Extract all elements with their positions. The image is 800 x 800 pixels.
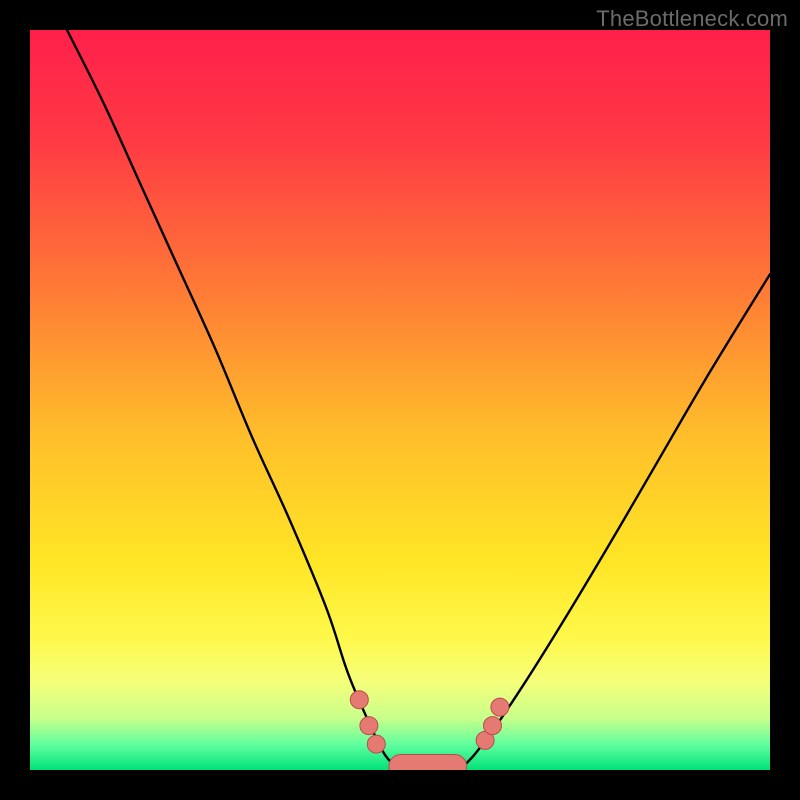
bead-2 (367, 735, 385, 753)
valley-beads (350, 691, 509, 770)
v-curve (67, 30, 770, 770)
bead-0 (350, 691, 368, 709)
curve-layer (30, 30, 770, 770)
valley-bar-bead (389, 755, 467, 771)
plot-area (30, 30, 770, 770)
bead-5 (491, 698, 509, 716)
watermark-text: TheBottleneck.com (596, 6, 788, 32)
bottleneck-curve (67, 30, 770, 770)
frame: TheBottleneck.com (0, 0, 800, 800)
bead-4 (484, 717, 502, 735)
bead-1 (360, 717, 378, 735)
